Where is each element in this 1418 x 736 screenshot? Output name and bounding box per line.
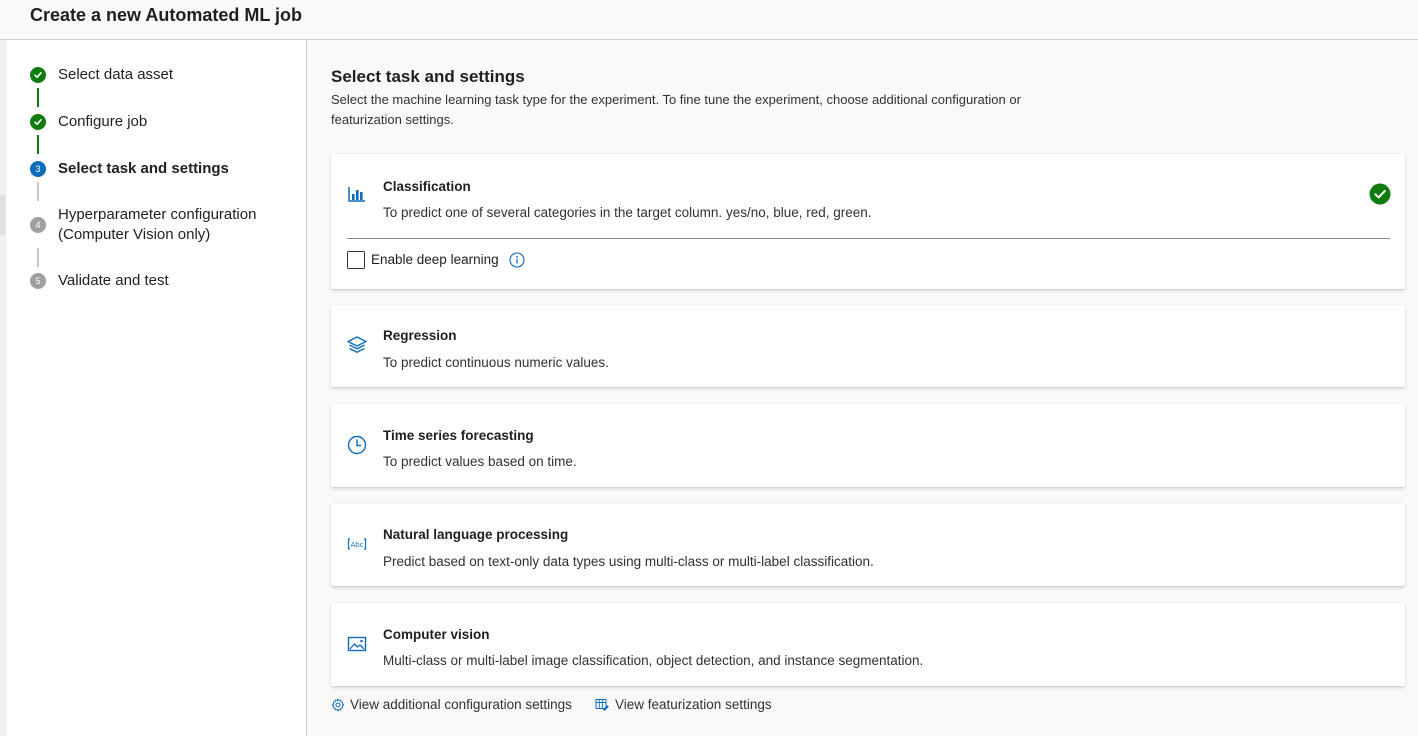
wizard-step-validate-test[interactable]: 5 Validate and test	[6, 272, 306, 292]
task-description: Predict based on text-only data types us…	[383, 554, 874, 569]
task-title: Regression	[383, 328, 457, 343]
task-title: Natural language processing	[383, 527, 569, 542]
view-featurization-link[interactable]: View featurization settings	[595, 697, 772, 712]
step-connector	[37, 135, 39, 154]
bar-chart-icon	[346, 183, 368, 205]
card-divider	[347, 238, 1390, 239]
wizard-step-configure-job[interactable]: Configure job	[6, 113, 306, 133]
task-title: Computer vision	[383, 627, 490, 642]
page-title: Create a new Automated ML job	[30, 5, 303, 25]
wizard-step-label: Select data asset	[58, 66, 174, 83]
step-connector	[37, 182, 39, 201]
image-icon	[346, 633, 368, 655]
wizard-step-sublabel: (Computer Vision only)	[58, 226, 211, 243]
enable-deep-learning-checkbox[interactable]	[347, 251, 365, 269]
view-additional-config-label: View additional configuration settings	[350, 697, 572, 712]
main-content: Select task and settings Select the mach…	[307, 40, 1418, 736]
left-nav-rail-selection	[0, 195, 5, 235]
featurization-settings-icon	[595, 698, 609, 711]
task-description: To predict one of several categories in …	[383, 205, 872, 220]
view-featurization-label: View featurization settings	[615, 697, 772, 712]
info-icon[interactable]	[509, 252, 525, 268]
step-number-badge: 5	[30, 273, 46, 289]
step-connector	[37, 248, 39, 267]
step-complete-check-icon	[30, 114, 46, 130]
app-window: Create a new Automated ML job Select dat…	[0, 0, 1418, 736]
wizard-step-label: Configure job	[58, 113, 148, 130]
step-complete-check-icon	[30, 67, 46, 83]
task-card-natural-language-processing[interactable]: Abc Natural language processing Predict …	[331, 504, 1405, 586]
step-number-badge: 3	[30, 161, 46, 177]
task-description: To predict continuous numeric values.	[383, 355, 609, 370]
task-card-regression[interactable]: Regression To predict continuous numeric…	[331, 305, 1405, 387]
wizard-step-label: Hyperparameter configuration	[58, 206, 257, 223]
wizard-step-label: Select task and settings	[58, 160, 229, 177]
task-card-classification[interactable]: Classification To predict one of several…	[331, 154, 1405, 289]
page-header: Create a new Automated ML job	[0, 0, 1418, 40]
wizard-step-select-data-asset[interactable]: Select data asset	[6, 66, 306, 86]
step-connector	[37, 88, 39, 107]
section-description: Select the machine learning task type fo…	[331, 92, 1021, 127]
task-description: Multi-class or multi-label image classif…	[383, 653, 924, 668]
wizard-step-select-task[interactable]: 3 Select task and settings	[6, 160, 306, 180]
text-abc-icon: Abc	[346, 533, 368, 555]
selected-check-icon	[1369, 183, 1391, 205]
task-title: Time series forecasting	[383, 428, 534, 443]
task-card-time-series-forecasting[interactable]: Time series forecasting To predict value…	[331, 404, 1405, 487]
wizard-step-label: Validate and test	[58, 272, 169, 289]
svg-text:Abc: Abc	[350, 541, 363, 549]
task-card-computer-vision[interactable]: Computer vision Multi-class or multi-lab…	[331, 603, 1405, 686]
section-title: Select task and settings	[331, 67, 525, 86]
view-additional-config-link[interactable]: View additional configuration settings	[331, 697, 572, 712]
wizard-steps-panel: Select data asset Configure job 3 Select…	[6, 40, 307, 736]
task-title: Classification	[383, 179, 471, 194]
step-number-badge: 4	[30, 217, 46, 233]
task-description: To predict values based on time.	[383, 454, 577, 469]
clock-icon	[346, 434, 368, 456]
layers-icon	[346, 334, 368, 356]
wizard-step-hyperparameter-config[interactable]: 4 Hyperparameter configuration (Computer…	[6, 206, 306, 246]
enable-deep-learning-label[interactable]: Enable deep learning	[371, 252, 499, 267]
gear-icon	[331, 698, 345, 711]
